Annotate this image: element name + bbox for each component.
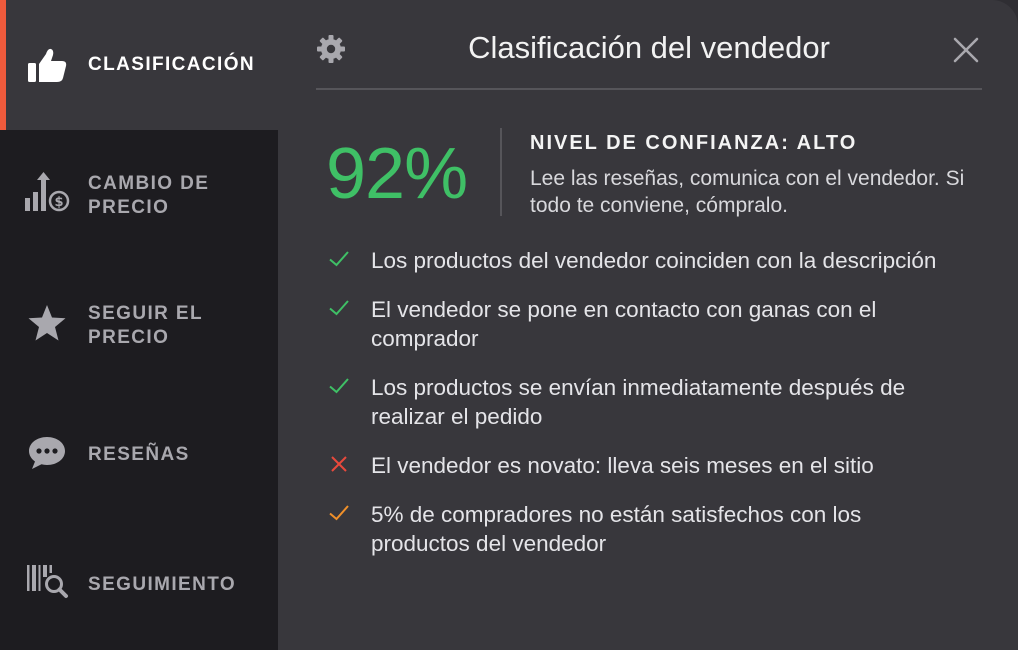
checklist-text: El vendedor se pone en contacto con gana…	[371, 297, 877, 351]
active-indicator	[0, 0, 6, 130]
checklist-text: El vendedor es novato: lleva seis meses …	[371, 453, 874, 478]
cross-icon	[328, 453, 350, 475]
thumbs-up-icon	[24, 42, 70, 88]
sidebar-item-reviews[interactable]: RESEÑAS	[0, 390, 278, 520]
sidebar-item-label: RESEÑAS	[88, 444, 190, 465]
seller-rating-panel: CLASIFICACIÓN $ CAMBIO DE PRECIO SEGUIR …	[0, 0, 1018, 650]
sidebar-item-label: CAMBIO DE PRECIO	[88, 173, 210, 218]
checklist-text: Los productos del vendedor coinciden con…	[371, 248, 937, 273]
checklist-item: El vendedor se pone en contacto con gana…	[326, 295, 966, 353]
checkmark-icon	[328, 297, 350, 319]
warning-check-icon	[328, 502, 350, 524]
star-icon	[24, 300, 70, 346]
trust-level-description: Lee las reseñas, comunica con el vendedo…	[530, 167, 965, 217]
checklist-text: 5% de compradores no están satisfechos c…	[371, 502, 862, 556]
divider	[500, 128, 502, 216]
checkmark-icon	[328, 248, 350, 270]
sidebar-item-label: SEGUIR EL PRECIO	[88, 303, 203, 348]
checklist-item: Los productos del vendedor coinciden con…	[326, 246, 966, 275]
sidebar: CLASIFICACIÓN $ CAMBIO DE PRECIO SEGUIR …	[0, 0, 278, 650]
price-chart-icon: $	[24, 170, 70, 216]
seller-checklist: Los productos del vendedor coinciden con…	[326, 246, 966, 558]
sidebar-item-label: SEGUIMIENTO	[88, 574, 237, 595]
checklist-text: Los productos se envían inmediatamente d…	[371, 375, 906, 429]
sidebar-item-price-change[interactable]: $ CAMBIO DE PRECIO	[0, 130, 278, 260]
checklist-item: 5% de compradores no están satisfechos c…	[326, 500, 966, 558]
sidebar-item-track-price[interactable]: SEGUIR EL PRECIO	[0, 260, 278, 390]
svg-text:$: $	[54, 195, 63, 210]
chat-bubble-icon	[24, 430, 70, 476]
sidebar-item-tracking[interactable]: SEGUIMIENTO	[0, 520, 278, 650]
main-content: Clasificación del vendedor 92% NIVEL DE …	[278, 0, 1018, 650]
checkmark-icon	[328, 375, 350, 397]
checklist-item: Los productos se envían inmediatamente d…	[326, 373, 966, 431]
sidebar-item-rating[interactable]: CLASIFICACIÓN	[0, 0, 278, 130]
rating-score: 92%	[326, 134, 468, 214]
close-icon[interactable]	[952, 36, 980, 64]
sidebar-item-label: CLASIFICACIÓN	[88, 54, 256, 75]
barcode-search-icon	[24, 558, 70, 604]
trust-level-title: NIVEL DE CONFIANZA: ALTO	[530, 132, 858, 154]
checklist-item: El vendedor es novato: lleva seis meses …	[326, 451, 966, 480]
panel-header: Clasificación del vendedor	[316, 0, 982, 90]
page-title: Clasificación del vendedor	[468, 30, 830, 65]
